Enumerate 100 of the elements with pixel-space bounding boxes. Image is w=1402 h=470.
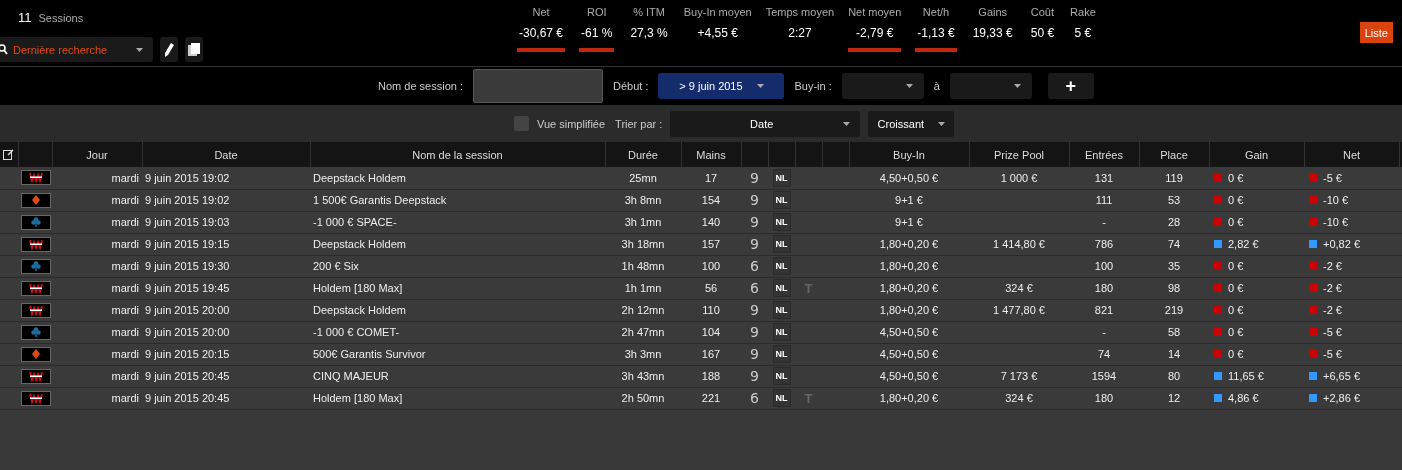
stat-label: Net moyen xyxy=(848,6,902,20)
table-cell: Deepstack Holdem xyxy=(310,167,605,189)
gain-value: 11,65 € xyxy=(1228,370,1264,382)
net-value: +0,82 € xyxy=(1323,238,1360,250)
column-header[interactable]: Jour xyxy=(52,142,142,167)
table-cell: 2h 50mn xyxy=(605,387,681,409)
table-cell: CINQ MAJEUR xyxy=(310,365,605,387)
copy-icon xyxy=(188,43,200,56)
to-label: à xyxy=(933,80,940,92)
table-cell: 9 juin 2015 19:15 xyxy=(142,233,310,255)
limit-tag: NL xyxy=(772,301,791,319)
session-name-label: Nom de session : xyxy=(378,80,463,92)
table-cell: 100 xyxy=(1069,255,1139,277)
session-name-field[interactable] xyxy=(473,69,603,103)
gain-value: 0 € xyxy=(1228,304,1244,316)
caret-icon xyxy=(1014,84,1022,88)
edit-column-header[interactable] xyxy=(0,142,18,167)
buyin-max-dropdown[interactable] xyxy=(949,73,1032,99)
club-icon xyxy=(21,214,51,230)
net-value: -5 € xyxy=(1323,171,1342,184)
net-value: +2,86 € xyxy=(1323,392,1360,404)
stat-value: 27,3 % xyxy=(629,26,669,42)
add-button[interactable]: + xyxy=(1047,73,1094,99)
column-header[interactable]: Buy-In xyxy=(849,142,969,167)
edit-button[interactable] xyxy=(160,37,178,62)
column-header[interactable]: Net xyxy=(1304,142,1399,167)
saved-search-dropdown[interactable]: Dernière recherche xyxy=(0,37,153,62)
table-cell: 188 xyxy=(681,365,741,387)
table-cell: mardi xyxy=(52,233,142,255)
gain-value: 0 € xyxy=(1228,326,1244,338)
gain-value: 0 € xyxy=(1228,348,1244,360)
table-cell: - xyxy=(1069,321,1139,343)
site-logo-icon xyxy=(21,280,51,296)
table-cell: 104 xyxy=(681,321,741,343)
site-logo-icon xyxy=(21,390,51,406)
column-header[interactable]: Prize Pool xyxy=(969,142,1069,167)
table-cell: mardi xyxy=(52,387,142,409)
club-icon xyxy=(21,324,51,340)
table-cell: 110 xyxy=(681,299,741,321)
table-cell: 9 juin 2015 19:02 xyxy=(142,167,310,189)
player-count: 9 xyxy=(750,324,759,340)
table-cell: 9 juin 2015 19:02 xyxy=(142,189,310,211)
table-cell: 221 xyxy=(681,387,741,409)
column-header[interactable]: Entrées xyxy=(1069,142,1139,167)
table-cell: 1,80+0,20 € xyxy=(849,299,969,321)
buyin-min-dropdown[interactable] xyxy=(841,73,924,99)
table-cell: 9 juin 2015 20:45 xyxy=(142,365,310,387)
order-dropdown[interactable]: Croissant xyxy=(868,110,955,137)
table-cell: 131 xyxy=(1069,167,1139,189)
list-view-button[interactable]: Liste xyxy=(1359,22,1393,43)
column-header[interactable]: Gain xyxy=(1209,142,1304,167)
gain-value: 0 € xyxy=(1228,171,1244,184)
start-date-dropdown[interactable]: > 9 juin 2015 xyxy=(658,73,785,99)
table-cell: 200 € Six xyxy=(310,255,605,277)
table-cell: 119 xyxy=(1139,167,1209,189)
column-header[interactable]: Date xyxy=(142,142,310,167)
table-cell: 324 € xyxy=(969,277,1069,299)
table-cell: 3h 43mn xyxy=(605,365,681,387)
caret-icon xyxy=(756,84,764,88)
limit-tag: NL xyxy=(772,168,791,187)
net-value: -5 € xyxy=(1323,326,1342,338)
copy-button[interactable] xyxy=(185,37,203,62)
stat-label: % ITM xyxy=(633,6,665,20)
search-icon xyxy=(0,44,8,55)
net-value: -2 € xyxy=(1323,304,1342,316)
site-logo-icon xyxy=(21,170,51,186)
table-cell: - xyxy=(1069,211,1139,233)
table-cell: 9+1 € xyxy=(849,189,969,211)
stat-label: Gains xyxy=(978,6,1008,20)
limit-tag: NL xyxy=(772,389,791,407)
site-logo-icon xyxy=(21,236,51,252)
column-header[interactable]: Durée xyxy=(605,142,681,167)
sort-dropdown[interactable]: Date xyxy=(670,110,861,137)
stat-label: Coût xyxy=(1030,6,1055,20)
table-cell: 80 xyxy=(1139,365,1209,387)
simplified-view-label: Vue simplifiée xyxy=(537,117,606,130)
gain-value: 0 € xyxy=(1228,216,1244,228)
table-cell: mardi xyxy=(52,277,142,299)
player-count: 9 xyxy=(750,302,759,318)
column-header[interactable]: Place xyxy=(1139,142,1209,167)
table-cell: 74 xyxy=(1139,233,1209,255)
player-count: 6 xyxy=(750,280,759,296)
table-cell: 821 xyxy=(1069,299,1139,321)
table-cell: 9 juin 2015 19:45 xyxy=(142,277,310,299)
table-cell: 1594 xyxy=(1069,365,1139,387)
column-header[interactable]: Mains xyxy=(681,142,741,167)
table-cell: 1,80+0,20 € xyxy=(849,233,969,255)
table-cell: 17 xyxy=(681,167,741,189)
table-cell: 4,50+0,50 € xyxy=(849,321,969,343)
column-header[interactable]: Nom de la session xyxy=(310,142,605,167)
table-cell: 154 xyxy=(681,189,741,211)
start-label: Début : xyxy=(613,80,649,92)
stat-label: Rake xyxy=(1070,6,1096,20)
checkbox[interactable] xyxy=(514,116,529,131)
table-cell: 7 173 € xyxy=(969,365,1069,387)
net-value: -10 € xyxy=(1323,194,1349,206)
limit-tag: NL xyxy=(772,257,791,275)
gain-value: 0 € xyxy=(1228,260,1244,272)
stat-label: Net/h xyxy=(922,6,950,20)
stat-value: +4,55 € xyxy=(696,26,739,42)
